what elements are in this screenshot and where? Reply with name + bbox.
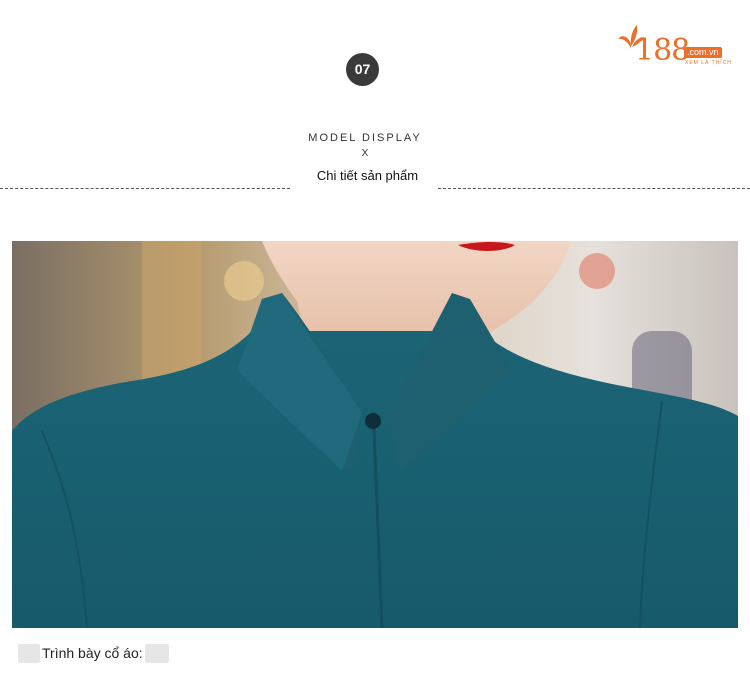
caption-text: Trình bày cổ áo:	[42, 645, 143, 661]
caption-blur-right	[145, 644, 169, 663]
divider-left	[0, 188, 290, 189]
section-subtitle: Chi tiết sản phẩm	[316, 168, 419, 183]
product-photo	[12, 241, 738, 628]
caption-blur-left	[18, 644, 40, 663]
section-title: MODEL DISPLAY	[308, 132, 422, 144]
logo-tagline: XEM LÀ THÍCH	[685, 60, 732, 66]
brand-logo[interactable]: 188 .com.vn XEM LÀ THÍCH	[617, 22, 735, 70]
logo-number: 188	[635, 33, 690, 68]
logo-domain: .com.vn	[684, 47, 722, 58]
step-number-badge: 07	[346, 53, 379, 86]
divider-right	[438, 188, 750, 189]
section-separator: X	[361, 148, 369, 159]
